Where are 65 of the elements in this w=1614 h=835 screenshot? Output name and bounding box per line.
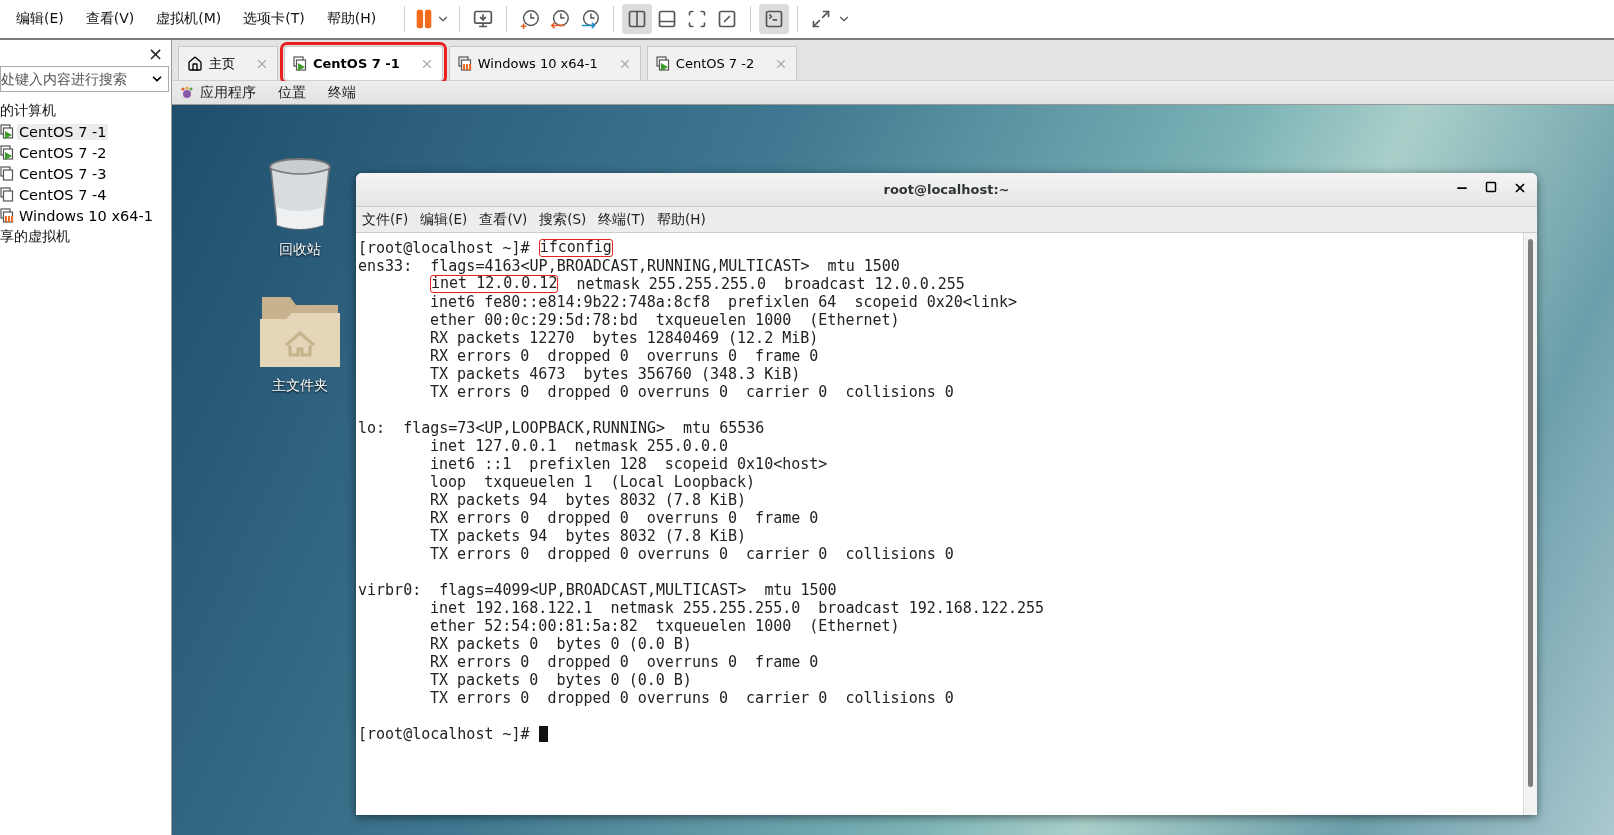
tab[interactable]: CentOS 7 -2 (646, 46, 798, 80)
maximize-icon[interactable] (1485, 181, 1497, 193)
close-button[interactable]: × (147, 42, 163, 64)
terminal-text: virbr0: flags=4099<UP,BROADCAST,MULTICAST> mtu 1500 (358, 581, 837, 599)
tree-item[interactable]: CentOS 7 -4 (17, 186, 109, 203)
terminal-text: loop txqueuelen 1 (Local Loopback) (430, 473, 756, 491)
terminal-text: inet6 ::1 prefixlen 128 scopeid 0x10<host> (430, 455, 828, 473)
menu-item[interactable]: 帮助(H) (324, 10, 387, 28)
scrollbar-thumb[interactable] (1528, 239, 1533, 787)
tree-item[interactable]: Windows 10 x64-1 (17, 207, 155, 224)
menu-item[interactable]: 编辑(E) (420, 210, 468, 229)
menu-item[interactable]: 选项卡(T) (241, 10, 315, 28)
menu-item[interactable]: 查看(V) (479, 210, 528, 229)
menu-item[interactable]: 应用程序 (200, 83, 256, 102)
menu-item[interactable]: 位置 (278, 83, 306, 102)
menu-item[interactable]: 查看(V) (83, 10, 145, 28)
tree-item[interactable]: CentOS 7 -3 (17, 165, 109, 182)
terminal-text: inet 192.168.122.1 netmask 255.255.255.0 broadcast 192.168.122.255 (430, 599, 1045, 617)
terminal-text: TX packets 0 bytes 0 (0.0 B) (430, 671, 692, 689)
tree-item[interactable]: CentOS 7 -1 (17, 123, 109, 140)
terminal-text: TX errors 0 dropped 0 overruns 0 carrier 0 collisions 0 (430, 383, 954, 401)
menu-item[interactable]: 终端 (328, 83, 356, 102)
terminal-text: TX errors 0 dropped 0 overruns 0 carrier 0 collisions 0 (430, 689, 954, 707)
terminal-text: RX packets 12270 bytes 12840469 (12.2 MiB) (430, 329, 819, 347)
terminal-text: RX errors 0 dropped 0 overruns 0 frame 0 (430, 509, 819, 527)
menu-item[interactable]: 搜索(S) (539, 210, 587, 229)
text-cursor (538, 726, 548, 742)
terminal-text: netmask 255.255.255.0 broadcast 12.0.0.255 (575, 275, 965, 293)
tree-item[interactable]: CentOS 7 -2 (17, 144, 109, 161)
terminal-text: [root@localhost ~]# (358, 725, 531, 743)
window-title: root@localhost:~ (883, 182, 1010, 197)
close-icon[interactable] (1513, 181, 1527, 195)
menu-item[interactable]: 帮助(H) (657, 210, 706, 229)
gnome-foot-icon (180, 85, 194, 100)
terminal-text: ifconfig (538, 239, 613, 257)
terminal-text: inet6 fe80::e814:9b22:748a:8cf8 prefixlen 64 scopeid 0x20<link> (430, 293, 1017, 311)
terminal-text: RX packets 94 bytes 8032 (7.8 KiB) (430, 491, 747, 509)
tab[interactable]: Windows 10 x64-1 (448, 46, 641, 80)
tree-item[interactable]: 享的虚拟机 (0, 226, 171, 247)
terminal-text: RX errors 0 dropped 0 overruns 0 frame 0 (430, 653, 819, 671)
tab[interactable]: 主页 (178, 46, 278, 80)
terminal-text: TX errors 0 dropped 0 overruns 0 carrier 0 collisions 0 (430, 545, 954, 563)
search-field[interactable]: 处键入内容进行搜索 (0, 66, 169, 92)
menu-item[interactable]: 编辑(E) (14, 10, 74, 28)
menu-item[interactable]: 文件(F) (362, 210, 409, 229)
terminal-text: lo: flags=73<UP,LOOPBACK,RUNNING> mtu 65536 (358, 419, 765, 437)
sidebar-layout-icon[interactable] (622, 4, 653, 34)
terminal-icon[interactable] (759, 4, 790, 34)
desktop-icon-label[interactable]: 回收站 (279, 241, 321, 259)
terminal-text: RX packets 0 bytes 0 (0.0 B) (430, 635, 692, 653)
terminal-text: TX packets 94 bytes 8032 (7.8 KiB) (430, 527, 747, 545)
terminal-text: [root@localhost ~]# (358, 239, 531, 257)
desktop-icon-label[interactable]: 主文件夹 (272, 377, 328, 395)
terminal-text: inet 12.0.0.12 (430, 275, 559, 293)
tree-item[interactable]: 的计算机 (0, 100, 171, 121)
terminal-text: RX errors 0 dropped 0 overruns 0 frame 0 (430, 347, 819, 365)
terminal-text: inet 127.0.0.1 netmask 255.0.0.0 (430, 437, 728, 455)
terminal-text: ether 00:0c:29:5d:78:bd txqueuelen 1000 (Ethernet) (430, 311, 900, 329)
terminal-text: TX packets 4673 bytes 356760 (348.3 KiB) (430, 365, 801, 383)
terminal-text: ether 52:54:00:81:5a:82 txqueuelen 1000 (Ethernet) (430, 617, 900, 635)
menu-item[interactable]: 终端(T) (598, 210, 646, 229)
terminal-text: ens33: flags=4163<UP,BROADCAST,RUNNING,MULTICAST> mtu 1500 (358, 257, 900, 275)
trash-icon[interactable] (267, 157, 333, 233)
menu-item[interactable]: 虚拟机(M) (154, 10, 232, 28)
home-icon (187, 55, 203, 72)
